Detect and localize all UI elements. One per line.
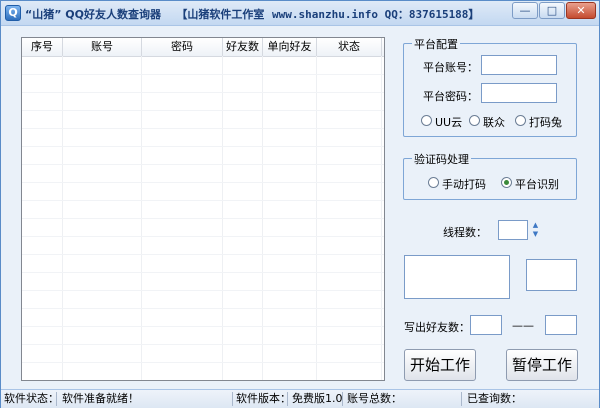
- table-row-line: [22, 164, 384, 165]
- status-value: 软件准备就绪！: [62, 392, 139, 405]
- table-row-line: [22, 308, 384, 309]
- window-title: “山猪” QQ好友人数查询器 【山猪软件工作室 www.shanzhu.info…: [25, 6, 479, 22]
- captcha-answer-input[interactable]: [526, 259, 577, 291]
- radio-uuyun[interactable]: [421, 115, 432, 126]
- table-row-line: [22, 200, 384, 201]
- table-row-line: [22, 254, 384, 255]
- status-divider: [287, 392, 288, 406]
- table-row-line: [22, 362, 384, 363]
- table-row-line: [22, 272, 384, 273]
- radio-manual-captcha-label[interactable]: 手动打码: [442, 176, 486, 192]
- close-button[interactable]: ✕: [566, 2, 596, 19]
- chevron-down-icon[interactable]: ▼: [530, 230, 541, 239]
- title-studio: 【山猪软件工作室: [176, 8, 265, 21]
- queried-count-label: 已查询数：: [467, 392, 522, 405]
- account-total-label: 账号总数：: [347, 392, 402, 405]
- radio-uuyun-label[interactable]: UU云: [435, 114, 462, 130]
- export-friends-label: 写出好友数：: [404, 321, 470, 334]
- version-label: 软件版本：: [236, 392, 291, 405]
- table-row-line: [22, 128, 384, 129]
- table-row-line: [22, 218, 384, 219]
- export-min-input[interactable]: [470, 315, 502, 335]
- radio-lianzhong-label[interactable]: 联众: [483, 114, 505, 130]
- column-header-index[interactable]: 序号: [22, 38, 63, 56]
- app-window: Q “山猪” QQ好友人数查询器 【山猪软件工作室 www.shanzhu.in…: [0, 0, 600, 408]
- minimize-button[interactable]: —: [512, 2, 538, 19]
- status-divider: [232, 392, 233, 406]
- version-value: 免费版1.0: [292, 392, 343, 405]
- platform-account-input[interactable]: [481, 55, 557, 75]
- platform-password-label: 平台密码：: [423, 90, 478, 103]
- table-row-line: [22, 236, 384, 237]
- platform-password-input[interactable]: [481, 83, 557, 103]
- title-bar[interactable]: Q “山猪” QQ好友人数查询器 【山猪软件工作室 www.shanzhu.in…: [1, 1, 599, 26]
- column-header-account[interactable]: 账号: [63, 38, 142, 56]
- account-table[interactable]: 序号 账号 密码 好友数 单向好友 状态: [21, 37, 385, 381]
- export-range-separator: ——: [512, 319, 534, 332]
- platform-config-title: 平台配置: [412, 36, 460, 52]
- table-row-line: [22, 182, 384, 183]
- column-header-status[interactable]: 状态: [317, 38, 382, 56]
- radio-manual-captcha[interactable]: [428, 177, 439, 188]
- start-button[interactable]: 开始工作: [404, 349, 476, 381]
- export-max-input[interactable]: [545, 315, 577, 335]
- table-header: 序号 账号 密码 好友数 单向好友 状态: [22, 38, 384, 57]
- table-row-line: [22, 110, 384, 111]
- column-header-one-way-friends[interactable]: 单向好友: [263, 38, 317, 56]
- captcha-group-title: 验证码处理: [412, 151, 471, 167]
- column-header-friend-count[interactable]: 好友数: [223, 38, 263, 56]
- table-row-line: [22, 146, 384, 147]
- platform-account-label: 平台账号：: [423, 61, 478, 74]
- column-header-password[interactable]: 密码: [142, 38, 223, 56]
- table-row-line: [22, 326, 384, 327]
- radio-lianzhong[interactable]: [469, 115, 480, 126]
- status-divider: [461, 392, 462, 406]
- radio-damatu-label[interactable]: 打码兔: [529, 114, 562, 130]
- threads-label: 线程数：: [443, 226, 487, 239]
- radio-platform-recognition[interactable]: [501, 177, 512, 188]
- status-divider: [56, 392, 57, 406]
- captcha-image-box: [404, 255, 510, 299]
- radio-platform-recognition-label[interactable]: 平台识别: [515, 176, 559, 192]
- status-label: 软件状态：: [4, 392, 59, 405]
- status-divider: [342, 392, 343, 406]
- title-app-name: “山猪” QQ好友人数查询器: [25, 8, 161, 21]
- app-icon: Q: [5, 5, 21, 21]
- status-bar: 软件状态： 软件准备就绪！ 软件版本： 免费版1.0 账号总数： 已查询数：: [1, 389, 599, 408]
- pause-button[interactable]: 暂停工作: [506, 349, 578, 381]
- threads-input[interactable]: [498, 220, 528, 240]
- table-row-line: [22, 74, 384, 75]
- chevron-up-icon[interactable]: ▲: [530, 221, 541, 230]
- table-row-line: [22, 344, 384, 345]
- maximize-button[interactable]: □: [539, 2, 565, 19]
- table-row-line: [22, 290, 384, 291]
- threads-spinner[interactable]: ▲ ▼: [530, 221, 541, 239]
- title-contact: www.shanzhu.info QQ：837615188】: [272, 8, 480, 21]
- table-row-line: [22, 92, 384, 93]
- radio-damatu[interactable]: [515, 115, 526, 126]
